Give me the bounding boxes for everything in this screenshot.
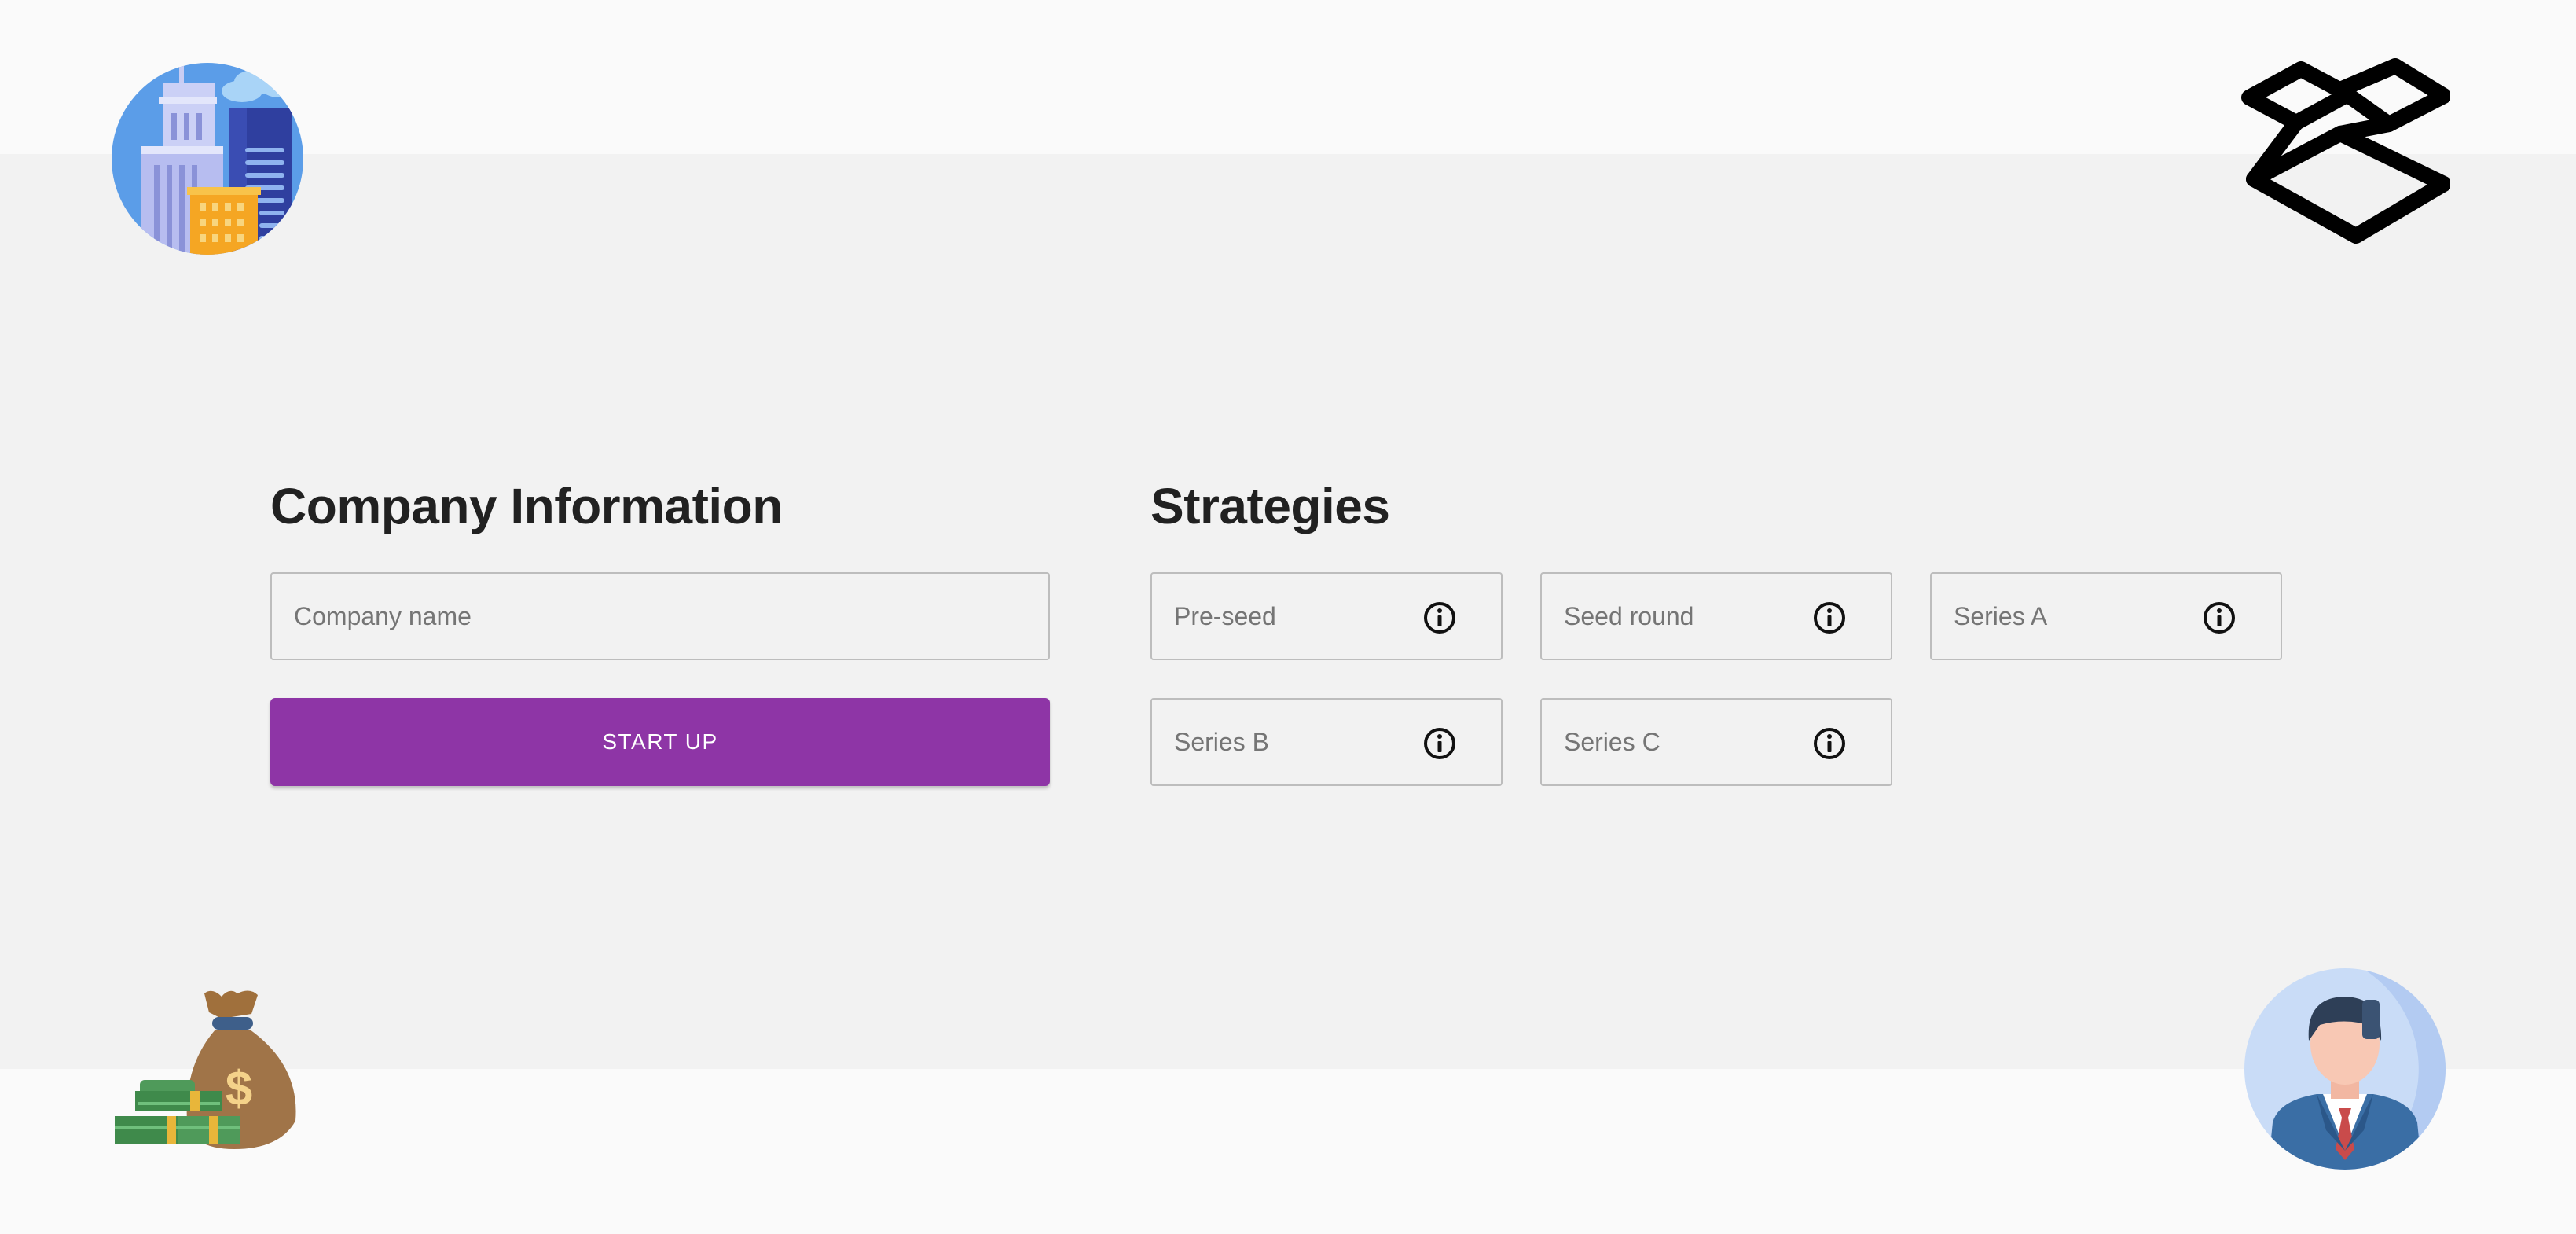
layered-boxes-logo-icon — [2241, 58, 2450, 244]
info-icon[interactable] — [1422, 600, 1457, 635]
strategy-field-series-c[interactable] — [1540, 698, 1892, 786]
info-icon[interactable] — [1812, 726, 1847, 761]
strategy-field-pre-seed[interactable] — [1150, 572, 1503, 660]
info-icon[interactable] — [1422, 726, 1457, 761]
info-icon[interactable] — [2202, 600, 2237, 635]
svg-text:$: $ — [226, 1062, 252, 1116]
company-name-field[interactable] — [270, 572, 1050, 660]
company-information-title: Company Information — [270, 478, 783, 534]
money-bag-cash-icon: $ — [115, 990, 296, 1149]
strategy-field-series-b[interactable] — [1150, 698, 1503, 786]
app-page: $ Company Information Company name START… — [0, 0, 2576, 1234]
businessman-avatar-icon — [2244, 968, 2446, 1170]
strategy-field-seed-round[interactable] — [1540, 572, 1892, 660]
city-buildings-icon — [112, 63, 303, 255]
strategies-title: Strategies — [1150, 478, 1390, 534]
company-name-input[interactable] — [272, 574, 1048, 659]
strategy-field-series-a[interactable] — [1930, 572, 2282, 660]
info-icon[interactable] — [1812, 600, 1847, 635]
start-up-button[interactable]: START UP — [270, 698, 1050, 786]
